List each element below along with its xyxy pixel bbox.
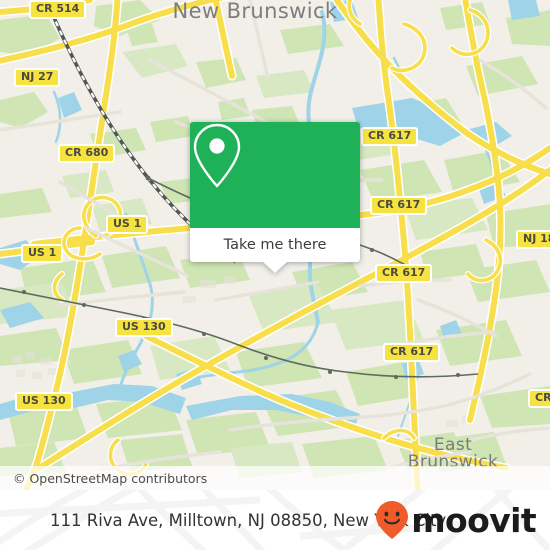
- take-me-there-label: Take me there: [223, 237, 327, 253]
- highway-shield-nj-18: NJ 18: [516, 230, 550, 249]
- map-pin-icon: [193, 123, 241, 188]
- highway-shield-cr-514: CR 514: [29, 0, 87, 19]
- moovit-logo[interactable]: moovit: [375, 490, 537, 550]
- moovit-map-screenshot: .grn{fill:#cfe5b4;} .grn2{fill:#d7e8c2;}…: [0, 0, 550, 550]
- footer-bar: 111 Riva Ave, Milltown, NJ 08850, New Yo…: [0, 490, 550, 550]
- highway-shield-us-1-b: US 1: [21, 244, 64, 263]
- highway-shield-cr-partial: CR: [528, 389, 550, 408]
- map-canvas[interactable]: .grn{fill:#cfe5b4;} .grn2{fill:#d7e8c2;}…: [0, 0, 550, 490]
- osm-attribution[interactable]: © OpenStreetMap contributors: [0, 466, 550, 490]
- highway-shield-cr-617-d: CR 617: [383, 343, 441, 362]
- highway-shield-cr-617-b: CR 617: [370, 196, 428, 215]
- highway-shield-cr-680: CR 680: [58, 144, 116, 163]
- highway-shield-us-130-a: US 130: [115, 318, 173, 337]
- callout-card-header: [190, 122, 360, 228]
- highway-shield-cr-617-a: CR 617: [361, 127, 419, 146]
- moovit-wordmark: moovit: [411, 500, 536, 540]
- highway-shield-cr-617-c: CR 617: [375, 264, 433, 283]
- osm-attribution-text: © OpenStreetMap contributors: [13, 470, 208, 486]
- highway-shield-us-1-a: US 1: [106, 215, 149, 234]
- highway-shield-us-130-b: US 130: [15, 392, 73, 411]
- highway-shield-nj-27: NJ 27: [14, 68, 61, 87]
- location-callout-card[interactable]: Take me there: [190, 122, 360, 273]
- take-me-there-button[interactable]: Take me there: [190, 228, 360, 273]
- moovit-smiley-pin-icon: [376, 501, 409, 539]
- callout-pointer: [263, 262, 287, 273]
